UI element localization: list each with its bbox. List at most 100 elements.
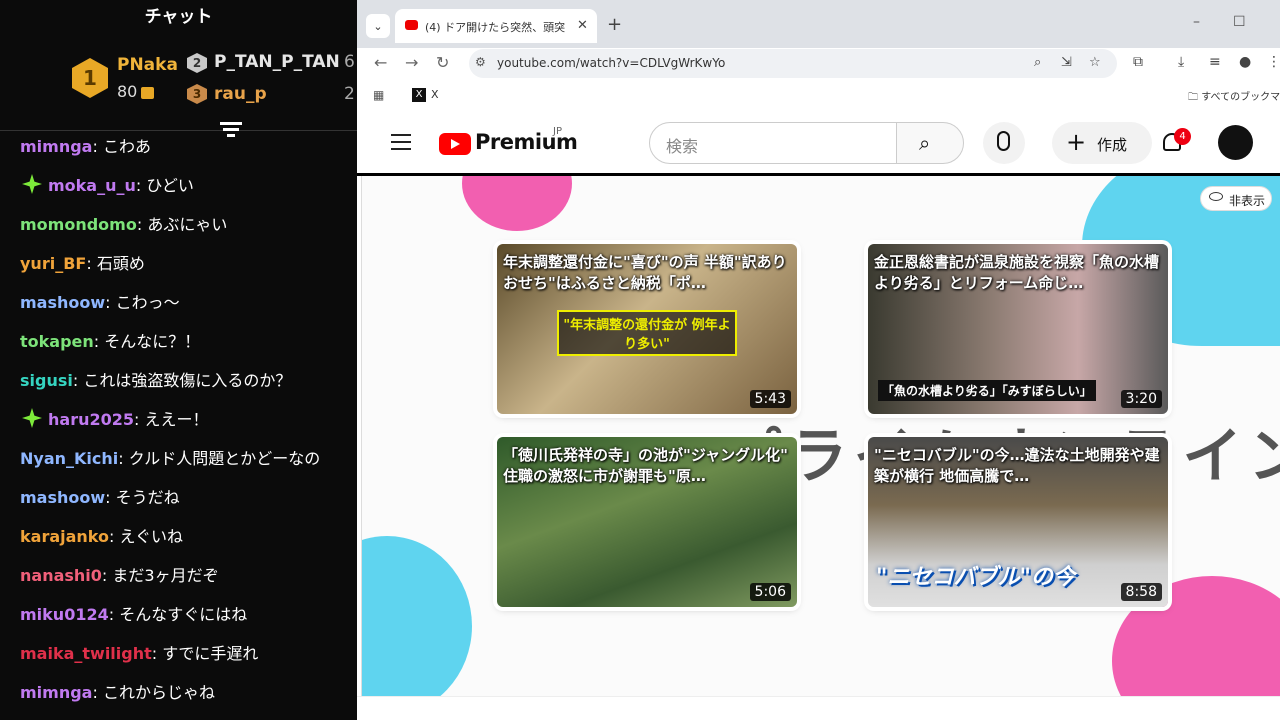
chat-username[interactable]: mashoow bbox=[20, 488, 105, 507]
chat-username[interactable]: haru2025 bbox=[48, 410, 134, 429]
chat-separator: : bbox=[108, 605, 120, 624]
video-caption: 「魚の水槽より劣る」「みすぼらしい」 bbox=[878, 380, 1096, 401]
chat-message-text: 石頭め bbox=[96, 254, 145, 273]
youtube-header: Premium JP 検索 ⌕ + 作成 4 bbox=[357, 110, 1280, 176]
chat-message-text: ええー！ bbox=[144, 410, 209, 429]
chat-message-text: そうだね bbox=[115, 488, 180, 507]
endscreen-video-card[interactable]: 「徳川氏発祥の寺」の池が"ジャングル化" 住職の激怒に市が謝罪も"原… 5:06 bbox=[497, 437, 797, 607]
tab-title: (4) ドア開けたら突然、頭突き...「財 bbox=[425, 21, 565, 34]
url-text[interactable]: youtube.com/watch?v=CDLVgWrKwYo bbox=[497, 56, 725, 70]
chat-message: maika_twilight: すでに手遅れ bbox=[20, 640, 258, 664]
chat-message-text: えぐいね bbox=[119, 527, 184, 546]
video-duration: 3:20 bbox=[1120, 390, 1162, 408]
media-control-icon[interactable]: ≡ bbox=[1209, 54, 1221, 70]
ranking-divider bbox=[0, 130, 357, 131]
chat-separator: : bbox=[134, 410, 145, 429]
x-logo-icon[interactable]: X bbox=[412, 88, 426, 102]
search-icon: ⌕ bbox=[919, 131, 931, 155]
search-button[interactable]: ⌕ bbox=[896, 122, 964, 164]
avatar[interactable] bbox=[1218, 125, 1253, 160]
rank-1-name[interactable]: PNaka bbox=[117, 55, 178, 75]
create-label: 作成 bbox=[1097, 136, 1128, 154]
rank-3-name[interactable]: rau_p bbox=[214, 84, 267, 104]
profile-icon[interactable]: ● bbox=[1239, 54, 1251, 70]
address-bar[interactable]: ⚙ youtube.com/watch?v=CDLVgWrKwYo ⌕ ⇲ ☆ bbox=[469, 49, 1117, 78]
video-title: 「徳川氏発祥の寺」の池が"ジャングル化" 住職の激怒に市が謝罪も"原… bbox=[503, 446, 788, 485]
rank-3-score: 2 bbox=[344, 84, 355, 104]
chat-username[interactable]: moka_u_u bbox=[48, 176, 136, 195]
all-bookmarks-folder[interactable]: 🗀 すべてのブックマーク bbox=[1188, 88, 1280, 107]
sparkle-icon bbox=[22, 408, 42, 428]
chat-username[interactable]: miku0124 bbox=[20, 605, 109, 624]
new-tab-icon[interactable]: + bbox=[607, 14, 622, 35]
video-title: "ニセコバブル"の今…違法な土地開発や建築が横行 地価高騰で… bbox=[874, 446, 1160, 485]
chat-username[interactable]: tokapen bbox=[20, 332, 94, 351]
youtube-premium-wordmark[interactable]: Premium bbox=[475, 130, 578, 154]
voice-search-button[interactable] bbox=[983, 122, 1025, 164]
video-duration: 5:06 bbox=[749, 583, 791, 601]
browser-window: ⌄ (4) ドア開けたら突然、頭突き...「財 ✕ + – ☐ ← → ↻ ⚙ … bbox=[357, 0, 1280, 720]
chat-separator: : bbox=[118, 449, 129, 468]
chat-message: mashoow: こわっ〜 bbox=[20, 289, 180, 313]
chat-separator: : bbox=[105, 488, 116, 507]
tab-close-icon[interactable]: ✕ bbox=[577, 18, 588, 33]
tab-bar: ⌄ (4) ドア開けたら突然、頭突き...「財 ✕ + – ☐ bbox=[357, 0, 1280, 48]
chat-username[interactable]: mashoow bbox=[20, 293, 105, 312]
chat-username[interactable]: mimnga bbox=[20, 137, 92, 156]
chat-message: mashoow: そうだね bbox=[20, 484, 180, 508]
bookmark-x-label[interactable]: X bbox=[431, 88, 439, 101]
chat-username[interactable]: yuri_BF bbox=[20, 254, 86, 273]
collapse-ranking-icon[interactable] bbox=[220, 122, 242, 140]
chat-username[interactable]: sigusi bbox=[20, 371, 73, 390]
video-title: 年末調整還付金に"喜び"の声 半額"訳ありおせち"はふるさと納税「ポ… bbox=[503, 253, 787, 292]
decor-blob bbox=[462, 176, 572, 231]
apps-grid-icon[interactable]: ▦ bbox=[373, 88, 384, 102]
hamburger-menu-icon[interactable] bbox=[391, 134, 411, 155]
chat-message-text: こわっ〜 bbox=[115, 293, 180, 312]
back-icon[interactable]: ← bbox=[374, 53, 387, 72]
tab-youtube[interactable]: (4) ドア開けたら突然、頭突き...「財 ✕ bbox=[395, 9, 597, 43]
chat-username[interactable]: Nyan_Kichi bbox=[20, 449, 118, 468]
tab-search-icon[interactable]: ⌄ bbox=[366, 14, 390, 38]
chat-message-text: これからじゃね bbox=[102, 683, 215, 702]
chat-message: tokapen: そんなに？！ bbox=[20, 328, 200, 352]
video-caption: "年末調整の還付金が 例年より多い" bbox=[557, 310, 737, 356]
reload-icon[interactable]: ↻ bbox=[436, 53, 449, 72]
chat-username[interactable]: maika_twilight bbox=[20, 644, 152, 663]
chat-message: nanashi0: まだ3ヶ月だぞ bbox=[20, 562, 219, 586]
rank-2-name[interactable]: P_TAN_P_TAN bbox=[214, 52, 340, 72]
site-info-icon[interactable]: ⚙ bbox=[475, 55, 486, 69]
youtube-logo-icon[interactable] bbox=[439, 133, 471, 155]
chat-separator: : bbox=[101, 566, 113, 585]
chat-message-text: そんなすぐにはね bbox=[119, 605, 248, 624]
zoom-icon[interactable]: ⌕ bbox=[1034, 55, 1041, 70]
chat-message: Nyan_Kichi: クルド人問題とかどーなの bbox=[20, 445, 320, 469]
endscreen-video-card[interactable]: 年末調整還付金に"喜び"の声 半額"訳ありおせち"はふるさと納税「ポ… "年末調… bbox=[497, 244, 797, 414]
chat-username[interactable]: momondomo bbox=[20, 215, 137, 234]
chat-username[interactable]: karajanko bbox=[20, 527, 109, 546]
chat-username[interactable]: nanashi0 bbox=[20, 566, 102, 585]
chat-username[interactable]: mimnga bbox=[20, 683, 92, 702]
video-player-endscreen[interactable]: FNNプライムオンライン 非表示 年末調整還付金に"喜び"の声 半額"訳ありおせ… bbox=[361, 176, 1280, 696]
bookmark-star-icon[interactable]: ☆ bbox=[1089, 55, 1101, 70]
hide-endscreen-button[interactable]: 非表示 bbox=[1200, 186, 1272, 211]
chat-separator: : bbox=[109, 527, 120, 546]
sparkle-icon bbox=[22, 174, 42, 194]
youtube-favicon-icon bbox=[405, 20, 418, 30]
menu-icon[interactable]: ⋮ bbox=[1267, 54, 1280, 70]
browser-toolbar: ← → ↻ ⚙ youtube.com/watch?v=CDLVgWrKwYo … bbox=[357, 48, 1280, 80]
endscreen-video-card[interactable]: "ニセコバブル"の今…違法な土地開発や建築が横行 地価高騰で… "ニセコバブル"… bbox=[868, 437, 1168, 607]
microphone-icon bbox=[997, 131, 1010, 151]
maximize-icon[interactable]: ☐ bbox=[1233, 14, 1246, 30]
downloads-icon[interactable]: ⤓ bbox=[1178, 54, 1184, 70]
minimize-icon[interactable]: – bbox=[1193, 14, 1200, 30]
endscreen-video-card[interactable]: 金正恩総書記が温泉施設を視察「魚の水槽より劣る」とリフォーム命じ… 「魚の水槽よ… bbox=[868, 244, 1168, 414]
video-duration: 5:43 bbox=[749, 390, 791, 408]
search-input[interactable]: 検索 bbox=[649, 122, 897, 164]
forward-icon[interactable]: → bbox=[405, 53, 418, 72]
install-app-icon[interactable]: ⇲ bbox=[1061, 55, 1072, 70]
extensions-icon[interactable]: ⧉ bbox=[1133, 54, 1143, 70]
eye-off-icon bbox=[1209, 192, 1223, 201]
create-button[interactable]: + 作成 bbox=[1052, 122, 1152, 164]
coin-icon bbox=[141, 86, 155, 99]
